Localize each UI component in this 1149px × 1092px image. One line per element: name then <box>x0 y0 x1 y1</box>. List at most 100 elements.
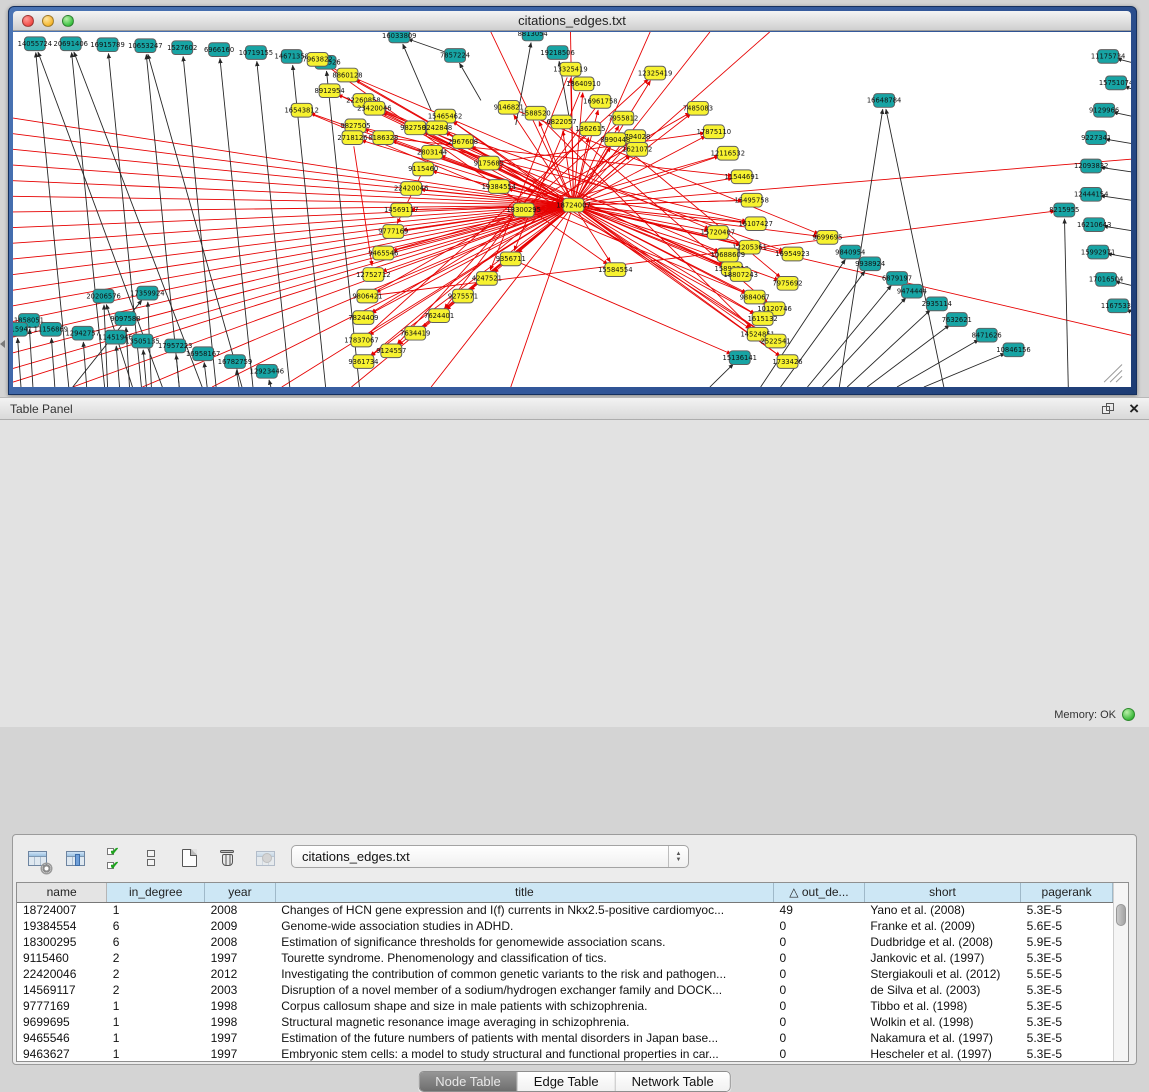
table-cell[interactable]: 2003 <box>205 982 276 998</box>
table-cell[interactable]: 5.3E-5 <box>1021 1046 1113 1062</box>
table-cell[interactable]: 18300295 <box>17 934 107 950</box>
column-header-year[interactable]: year <box>205 883 276 902</box>
panel-collapse-arrow-icon[interactable] <box>0 340 5 348</box>
table-cell[interactable]: 5.5E-5 <box>1021 966 1113 982</box>
table-row[interactable]: 977716911998Corpus callosum shape and si… <box>17 998 1113 1014</box>
table-cell[interactable]: Disruption of a novel member of a sodium… <box>275 982 773 998</box>
table-cell[interactable]: 0 <box>774 998 865 1014</box>
import-table-button[interactable] <box>249 843 281 873</box>
table-cell[interactable]: 5.3E-5 <box>1021 1014 1113 1030</box>
table-row[interactable]: 911546021997Tourette syndrome. Phenomeno… <box>17 950 1113 966</box>
table-cell[interactable]: 9463627 <box>17 1046 107 1062</box>
table-cell[interactable]: 14569117 <box>17 982 107 998</box>
table-cell[interactable]: 19384554 <box>17 918 107 934</box>
table-row[interactable]: 946554611997Estimation of the future num… <box>17 1030 1113 1046</box>
network-view-window[interactable]: citations_edges.txt 18724007140557242069… <box>8 6 1137 395</box>
table-selector-dropdown[interactable]: citations_edges.txt ▲▼ <box>291 845 689 868</box>
column-header-name[interactable]: name <box>17 883 107 902</box>
column-header-in_degree[interactable]: in_degree <box>107 883 205 902</box>
table-cell[interactable]: 0 <box>774 1014 865 1030</box>
show-columns-button[interactable] <box>59 843 91 873</box>
table-cell[interactable]: 0 <box>774 934 865 950</box>
table-cell[interactable]: de Silva et al. (2003) <box>864 982 1020 998</box>
column-header-title[interactable]: title <box>275 883 773 902</box>
table-cell[interactable]: 1997 <box>205 950 276 966</box>
table-cell[interactable]: 5.9E-5 <box>1021 934 1113 950</box>
table-cell[interactable]: Estimation of significance thresholds fo… <box>275 934 773 950</box>
table-cell[interactable]: 0 <box>774 1046 865 1062</box>
table-cell[interactable]: 18724007 <box>17 902 107 918</box>
table-row[interactable]: 946362711997Embryonic stem cells: a mode… <box>17 1046 1113 1062</box>
table-cell[interactable]: Franke et al. (2009) <box>864 918 1020 934</box>
table-cell[interactable]: Jankovic et al. (1997) <box>864 950 1020 966</box>
table-cell[interactable]: Genome-wide association studies in ADHD. <box>275 918 773 934</box>
float-panel-icon[interactable] <box>1102 403 1115 415</box>
table-cell[interactable]: 2008 <box>205 902 276 918</box>
table-cell[interactable]: 1 <box>107 902 205 918</box>
table-scrollbar[interactable] <box>1113 883 1128 1061</box>
network-canvas[interactable]: 1872400714055724206914061691578910653247… <box>13 32 1131 387</box>
table-cell[interactable]: 1 <box>107 1030 205 1046</box>
table-cell[interactable]: 0 <box>774 950 865 966</box>
column-header-out_de[interactable]: △ out_de... <box>774 883 865 902</box>
table-row[interactable]: 1830029562008Estimation of significance … <box>17 934 1113 950</box>
delete-table-button[interactable] <box>211 843 243 873</box>
table-cell[interactable]: 0 <box>774 982 865 998</box>
network-window-titlebar[interactable]: citations_edges.txt <box>13 11 1131 31</box>
table-cell[interactable]: 1 <box>107 998 205 1014</box>
table-cell[interactable]: Stergiakouli et al. (2012) <box>864 966 1020 982</box>
table-cell[interactable]: 0 <box>774 918 865 934</box>
minimize-window-button[interactable] <box>42 15 54 27</box>
table-row[interactable]: 2242004622012Investigating the contribut… <box>17 966 1113 982</box>
tab-network-table[interactable]: Network Table <box>616 1072 730 1091</box>
table-row[interactable]: 1872400712008Changes of HCN gene express… <box>17 902 1113 918</box>
table-row[interactable]: 969969511998Structural magnetic resonanc… <box>17 1014 1113 1030</box>
table-cell[interactable]: Structural magnetic resonance image aver… <box>275 1014 773 1030</box>
table-cell[interactable]: 1 <box>107 1046 205 1062</box>
table-cell[interactable]: 9777169 <box>17 998 107 1014</box>
table-settings-button[interactable] <box>21 843 53 873</box>
table-cell[interactable]: 2 <box>107 950 205 966</box>
table-cell[interactable]: 1998 <box>205 998 276 1014</box>
table-cell[interactable]: Wolkin et al. (1998) <box>864 1014 1020 1030</box>
table-cell[interactable]: 49 <box>774 902 865 918</box>
table-cell[interactable]: 1998 <box>205 1014 276 1030</box>
memory-status-indicator[interactable] <box>1122 708 1135 721</box>
scrollbar-thumb[interactable] <box>1116 904 1126 926</box>
close-window-button[interactable] <box>22 15 34 27</box>
resize-grip-icon[interactable] <box>1110 370 1122 382</box>
table-cell[interactable]: 9699695 <box>17 1014 107 1030</box>
table-cell[interactable]: Investigating the contribution of common… <box>275 966 773 982</box>
table-cell[interactable]: 22420046 <box>17 966 107 982</box>
close-panel-icon[interactable]: × <box>1129 402 1139 416</box>
tab-edge-table[interactable]: Edge Table <box>518 1072 616 1091</box>
table-cell[interactable]: 5.3E-5 <box>1021 998 1113 1014</box>
table-cell[interactable]: 5.3E-5 <box>1021 902 1113 918</box>
table-cell[interactable]: Tibbo et al. (1998) <box>864 998 1020 1014</box>
table-cell[interactable]: Nakamura et al. (1997) <box>864 1030 1020 1046</box>
table-row[interactable]: 1456911722003Disruption of a novel membe… <box>17 982 1113 998</box>
table-cell[interactable]: Dudbridge et al. (2008) <box>864 934 1020 950</box>
table-cell[interactable]: Yano et al. (2008) <box>864 902 1020 918</box>
table-cell[interactable]: Hescheler et al. (1997) <box>864 1046 1020 1062</box>
table-cell[interactable]: 6 <box>107 934 205 950</box>
column-header-short[interactable]: short <box>864 883 1020 902</box>
network-svg[interactable]: 1872400714055724206914061691578910653247… <box>13 32 1131 387</box>
table-cell[interactable]: Tourette syndrome. Phenomenology and cla… <box>275 950 773 966</box>
table-cell[interactable]: 1 <box>107 1014 205 1030</box>
table-cell[interactable]: Corpus callosum shape and size in male p… <box>275 998 773 1014</box>
table-cell[interactable]: 2008 <box>205 934 276 950</box>
select-all-button[interactable]: ✔ ✔ <box>97 843 129 873</box>
table-cell[interactable]: 6 <box>107 918 205 934</box>
table-cell[interactable]: 5.3E-5 <box>1021 982 1113 998</box>
zoom-window-button[interactable] <box>62 15 74 27</box>
table-cell[interactable]: 2 <box>107 982 205 998</box>
table-cell[interactable]: 0 <box>774 1030 865 1046</box>
table-cell[interactable]: 9115460 <box>17 950 107 966</box>
resize-grip-icon[interactable] <box>1116 376 1122 382</box>
table-cell[interactable]: Changes of HCN gene expression and I(f) … <box>275 902 773 918</box>
table-cell[interactable]: 2009 <box>205 918 276 934</box>
table-cell[interactable]: 5.3E-5 <box>1021 950 1113 966</box>
table-row[interactable]: 1938455462009Genome-wide association stu… <box>17 918 1113 934</box>
table-cell[interactable]: 5.6E-5 <box>1021 918 1113 934</box>
